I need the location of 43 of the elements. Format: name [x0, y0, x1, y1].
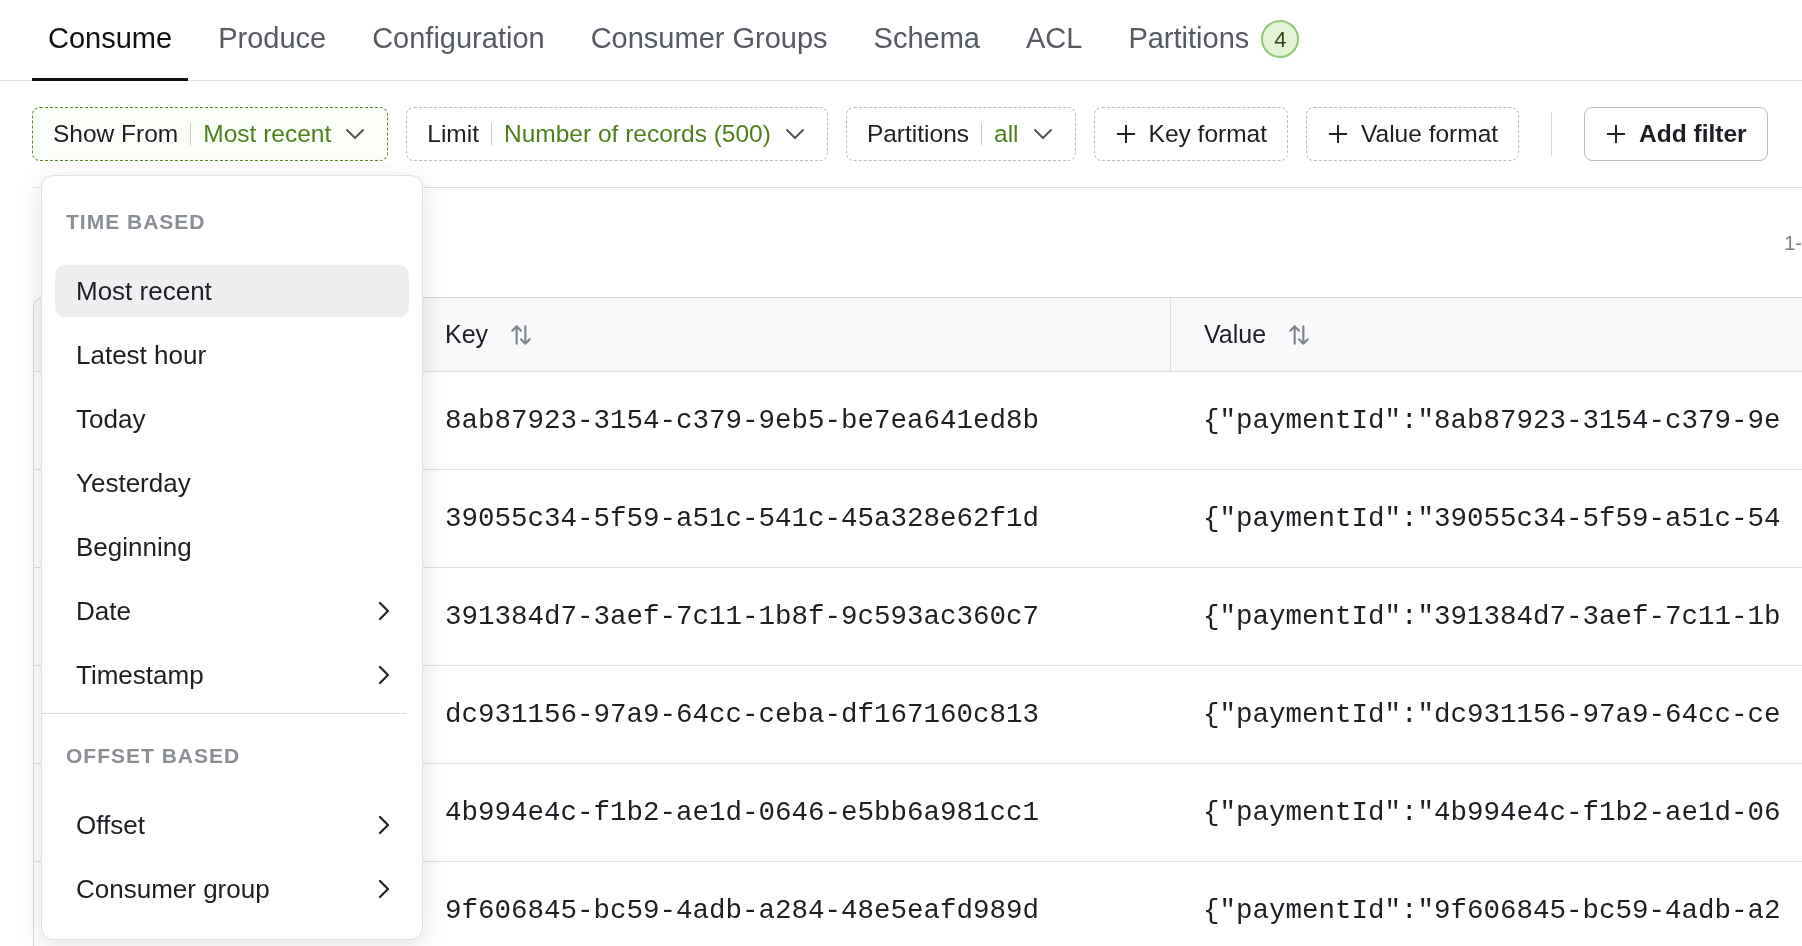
table-cell-text: 8ab87923-3154-c379-9eb5-be7ea641ed8b: [445, 403, 1040, 438]
format-button[interactable]: Key format: [1093, 107, 1288, 161]
table-cell-text: 4b994e4c-f1b2-ae1d-0646-e5bb6a981cc1: [445, 795, 1040, 830]
format-button[interactable]: Value format: [1306, 107, 1520, 161]
plus-icon: [1327, 123, 1349, 145]
tab[interactable]: ACL: [1009, 0, 1099, 81]
section-header: TIME BASED: [66, 209, 207, 235]
menu-item[interactable]: Beginning: [55, 521, 409, 573]
plus-icon: [1605, 123, 1628, 145]
table-cell-text: {"paymentId":"39055c34-5f59-a51c-54: [1203, 501, 1781, 536]
menu-item[interactable]: Consumer group: [55, 863, 409, 915]
pagination-text: 1-: [1784, 230, 1802, 256]
table-cell-text: 9f606845-bc59-4adb-a284-48e5eafd989d: [445, 893, 1040, 928]
table-cell-text: dc931156-97a9-64cc-ceba-df167160c813: [445, 697, 1040, 732]
filter-dropdown[interactable]: Limit Number of records (500): [406, 107, 828, 161]
column-header[interactable]: Value: [1204, 315, 1313, 354]
table-cell-text: {"paymentId":"4b994e4c-f1b2-ae1d-06: [1203, 795, 1781, 830]
section-header: OFFSET BASED: [66, 743, 242, 769]
table-cell-text: {"paymentId":"8ab87923-3154-c379-9e: [1203, 403, 1781, 438]
table-cell-text: 391384d7-3aef-7c11-1b8f-9c593ac360c7: [445, 599, 1040, 634]
menu-item[interactable]: Yesterday: [55, 457, 409, 509]
menu-item[interactable]: Offset: [55, 799, 409, 851]
menu-item[interactable]: Today: [55, 393, 409, 445]
menu-item[interactable]: Latest hour: [55, 329, 409, 381]
tab[interactable]: Produce: [202, 0, 343, 81]
tab[interactable]: Consume: [32, 0, 189, 81]
tab[interactable]: Partitions 4: [1112, 0, 1316, 81]
column-header[interactable]: Key: [445, 315, 535, 354]
table-cell-text: 39055c34-5f59-a51c-541c-45a328e62f1d: [445, 501, 1040, 536]
count-badge: 4: [1261, 20, 1300, 58]
tab[interactable]: Configuration: [356, 0, 561, 81]
tab[interactable]: Consumer Groups: [574, 0, 844, 81]
filter-dropdown[interactable]: Show From Most recent: [32, 107, 389, 161]
table-cell-text: {"paymentId":"dc931156-97a9-64cc-ce: [1203, 697, 1781, 732]
table-cell-text: {"paymentId":"9f606845-bc59-4adb-a2: [1203, 893, 1781, 928]
menu-item[interactable]: Most recent: [55, 265, 409, 317]
filter-dropdown[interactable]: Partitions all: [845, 107, 1076, 161]
menu-item[interactable]: Timestamp: [55, 649, 409, 701]
menu-item[interactable]: Date: [55, 585, 409, 637]
add-filter-button[interactable]: Add filter: [1584, 107, 1768, 161]
plus-icon: [1114, 123, 1137, 145]
table-cell-text: {"paymentId":"391384d7-3aef-7c11-1b: [1203, 599, 1781, 634]
tab[interactable]: Schema: [857, 0, 996, 81]
